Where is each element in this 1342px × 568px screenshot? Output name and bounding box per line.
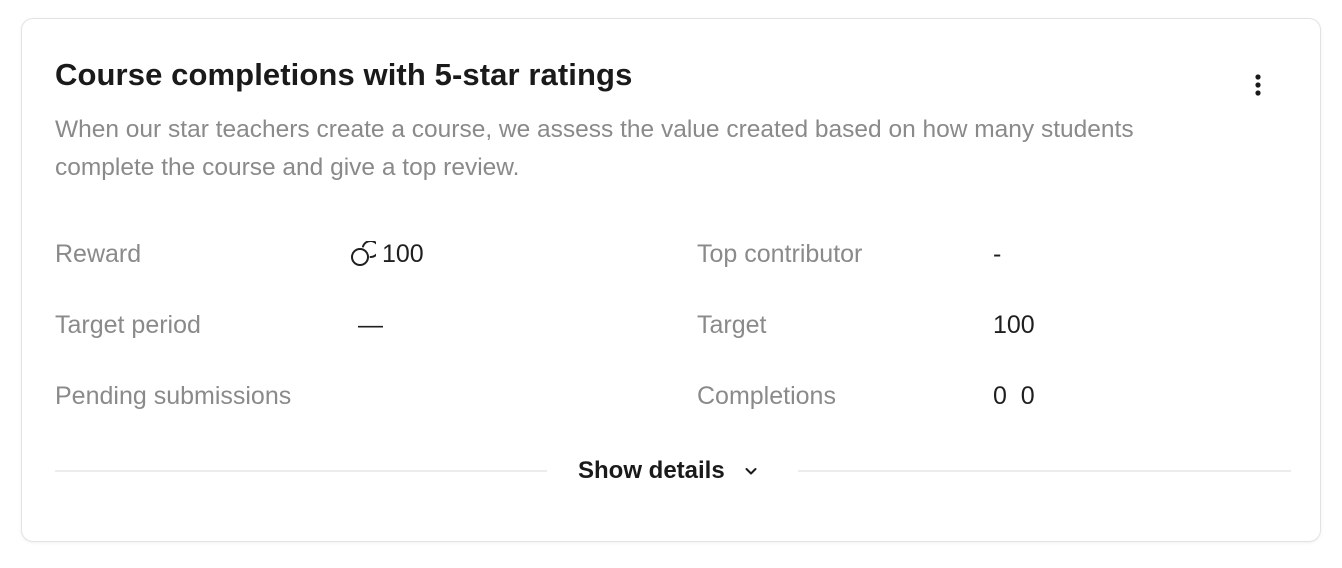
reward-amount: 100 — [382, 240, 424, 268]
target-value: 100 — [993, 311, 1035, 339]
show-details-button[interactable]: Show details — [578, 455, 759, 487]
more-vertical-icon — [1255, 74, 1261, 96]
chevron-down-icon — [745, 468, 757, 475]
more-options-button[interactable] — [1244, 67, 1272, 103]
completions-value: 0 0 — [993, 382, 1035, 410]
show-details-label: Show details — [578, 457, 725, 484]
completions-label: Completions — [697, 382, 836, 410]
coin-icon — [351, 241, 376, 266]
card-description: When our star teachers create a course, … — [55, 116, 1134, 181]
target-period-label: Target period — [55, 311, 201, 339]
pending-submissions-label: Pending submissions — [55, 382, 292, 410]
reward-value: 100 — [350, 239, 424, 269]
top-contributor-value: - — [993, 240, 1002, 268]
reward-label: Reward — [55, 240, 142, 268]
card-title: Course completions with 5-star ratings — [55, 57, 633, 92]
target-label: Target — [697, 311, 767, 339]
divider-right — [798, 470, 1291, 472]
top-contributor-label: Top contributor — [697, 240, 863, 268]
divider-left — [55, 470, 547, 472]
target-period-value: — — [358, 311, 383, 339]
goal-card: Course completions with 5-star ratings W… — [21, 18, 1321, 542]
